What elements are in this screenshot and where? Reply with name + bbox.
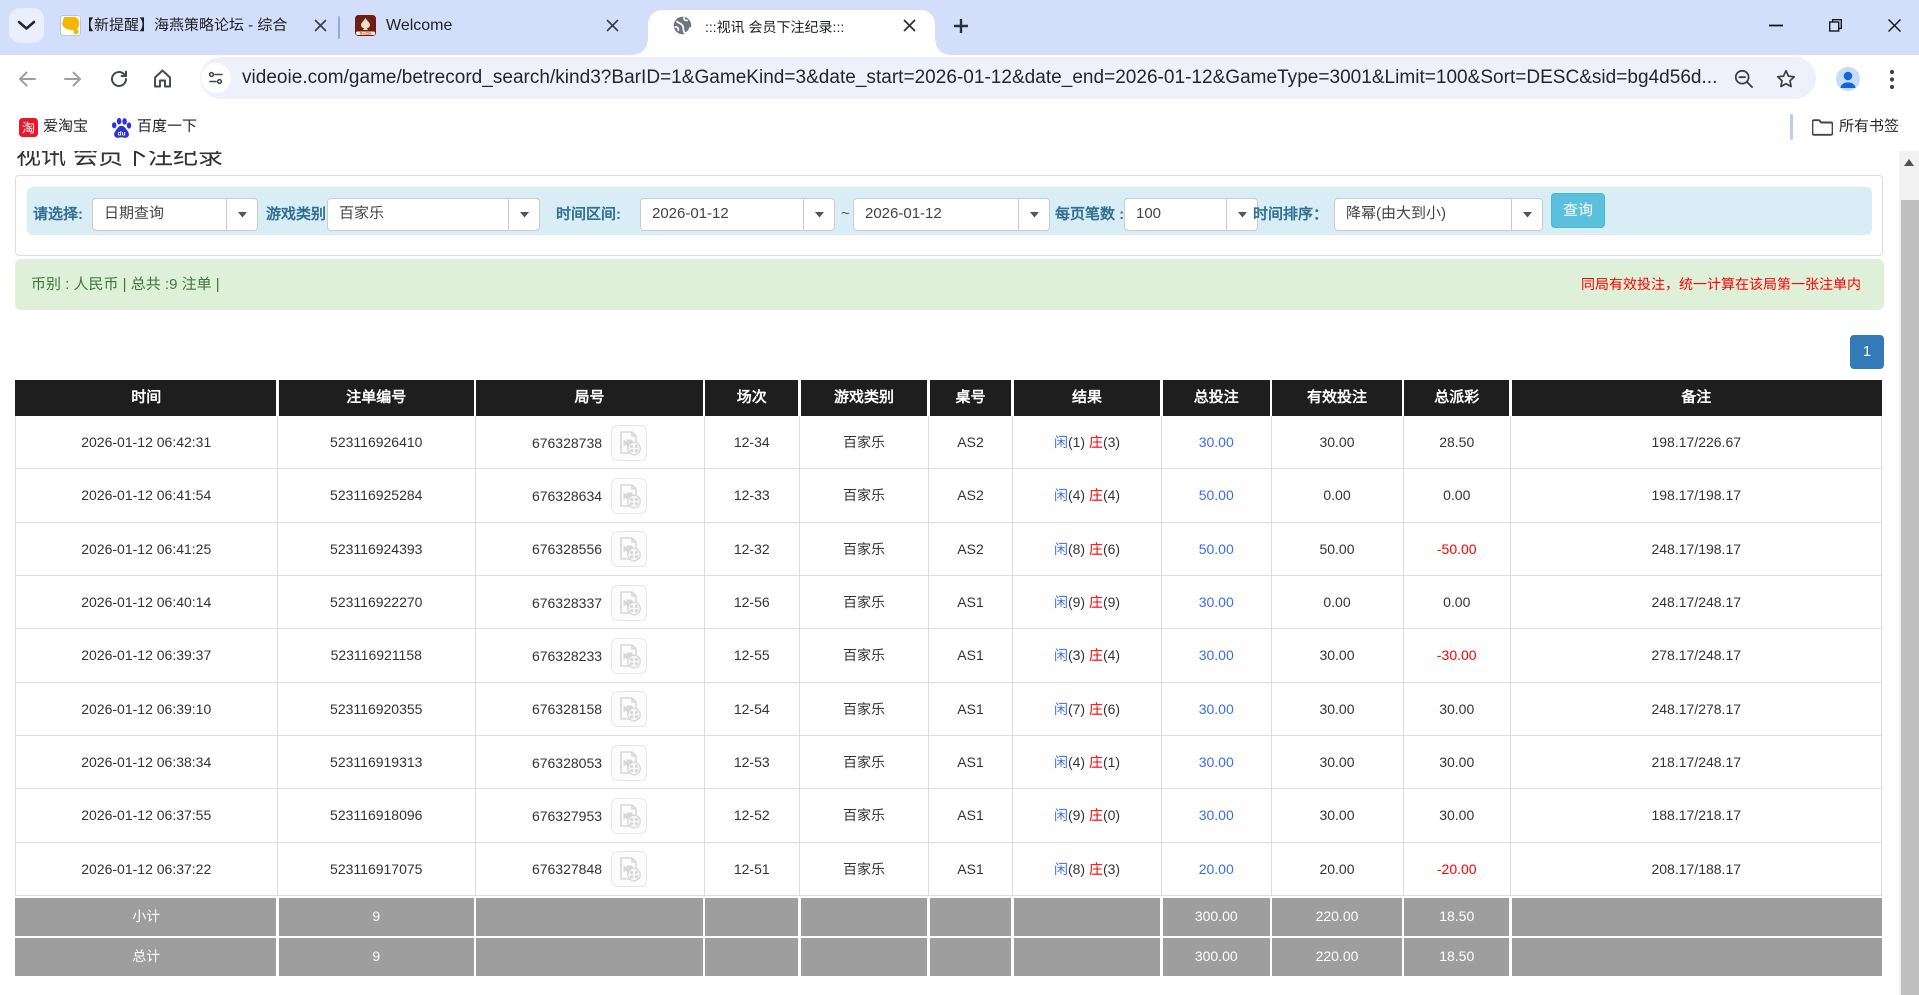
svg-text:du: du [118, 130, 126, 137]
svg-text:博士国际: 博士国际 [359, 31, 371, 36]
svg-text:淘: 淘 [22, 121, 35, 136]
